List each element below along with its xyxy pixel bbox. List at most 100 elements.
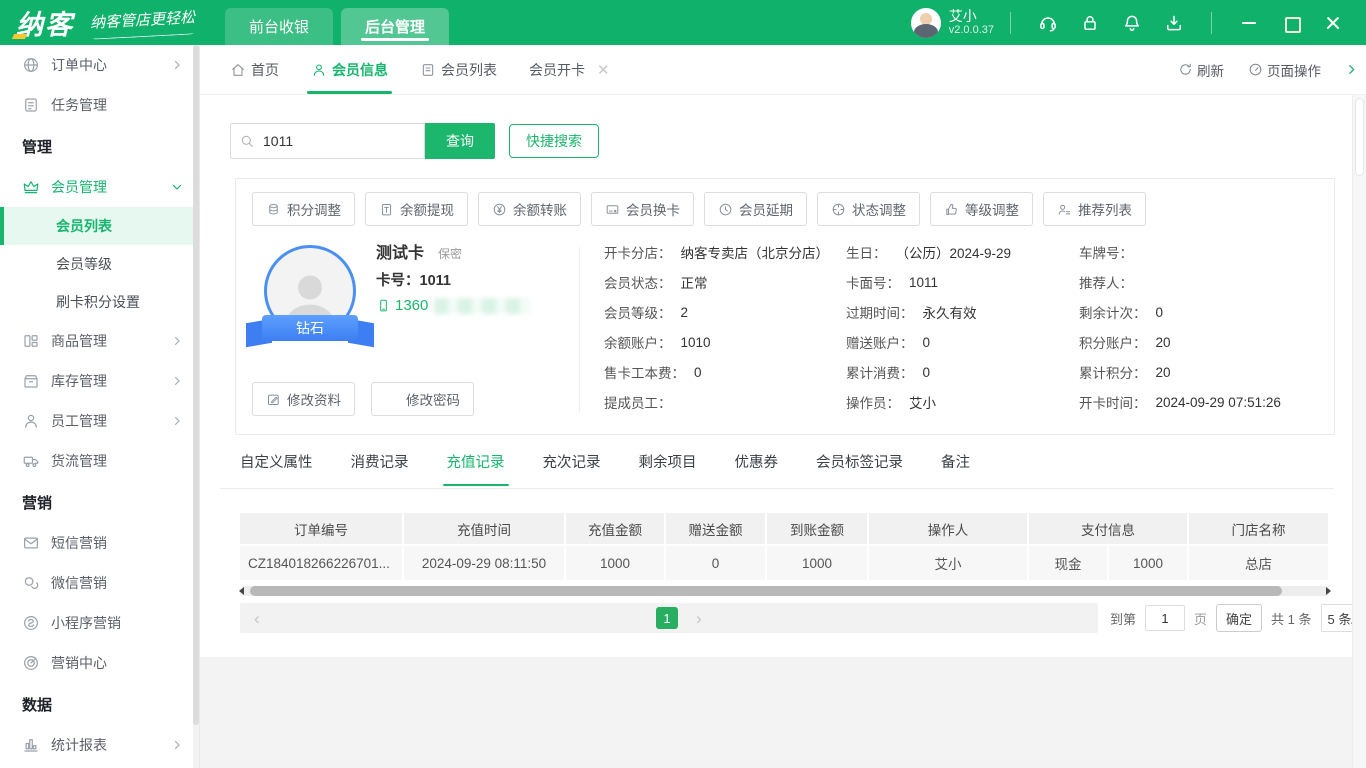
- table-cell: 1000: [767, 546, 869, 580]
- page-size-select[interactable]: 5 条/页: [1321, 604, 1352, 632]
- page-tab[interactable]: 会员信息: [311, 45, 388, 94]
- scroll-right-arrow-icon[interactable]: [1326, 587, 1331, 595]
- table-hscrollbar[interactable]: [240, 586, 1330, 596]
- edit-password-button[interactable]: 修改密码: [371, 382, 474, 416]
- detail-tab[interactable]: 剩余项目: [639, 451, 697, 486]
- scroll-left-arrow-icon[interactable]: [239, 587, 244, 595]
- gauge-icon: [1248, 62, 1263, 77]
- wallet-action-button[interactable]: 余额提现: [365, 192, 468, 226]
- detail-tab[interactable]: 优惠券: [735, 451, 779, 486]
- detail-tab[interactable]: 充值记录: [447, 451, 505, 486]
- sidebar-item[interactable]: 微信营销: [0, 563, 199, 603]
- goto-page-input[interactable]: [1145, 605, 1185, 631]
- info-field: 推荐人：: [1079, 267, 1281, 297]
- refresh-button[interactable]: 刷新: [1178, 60, 1224, 80]
- level-icon: [944, 202, 959, 217]
- page-unit-label: 页: [1194, 609, 1207, 628]
- detail-tab[interactable]: 消费记录: [351, 451, 409, 486]
- truck-icon: [22, 452, 40, 470]
- quick-search-button[interactable]: 快捷搜索: [509, 124, 599, 158]
- coins-action-button[interactable]: 积分调整: [252, 192, 355, 226]
- table-cell: CZ184018266226701...: [240, 546, 404, 580]
- download-icon[interactable]: [1164, 13, 1184, 33]
- chart-icon: [22, 736, 40, 754]
- detail-tab[interactable]: 充次记录: [543, 451, 601, 486]
- page-tab[interactable]: 会员列表: [420, 45, 497, 94]
- sidebar-scrollbar[interactable]: [193, 45, 199, 768]
- sidebar-subitem[interactable]: 会员列表: [0, 207, 199, 245]
- next-page-button[interactable]: ›: [696, 610, 702, 627]
- pagination: ‹ 1 › 到第 页 确定 共 1 条 5 条/页: [240, 603, 1352, 633]
- clock-icon: [718, 202, 733, 217]
- confirm-button[interactable]: 确定: [1216, 604, 1262, 632]
- current-page-button[interactable]: 1: [656, 607, 678, 629]
- info-field: 卡面号：1011: [846, 267, 1011, 297]
- sidebar-item[interactable]: 短信营销: [0, 523, 199, 563]
- adjust-action-button[interactable]: 状态调整: [817, 192, 920, 226]
- chevron-right-icon: [171, 739, 183, 751]
- sidebar-item[interactable]: 员工管理: [0, 401, 199, 441]
- sidebar-item[interactable]: 库存管理: [0, 361, 199, 401]
- sidebar-item[interactable]: 订单中心: [0, 45, 199, 85]
- recommend-action-button[interactable]: 推荐列表: [1043, 192, 1146, 226]
- info-field: 余额账户：1010: [604, 327, 829, 357]
- sidebar-item[interactable]: 商品管理: [0, 321, 199, 361]
- maximize-button[interactable]: [1281, 13, 1301, 33]
- sidebar-subitem[interactable]: 刷卡积分设置: [0, 283, 199, 321]
- yen-action-button[interactable]: 余额转账: [478, 192, 581, 226]
- query-button[interactable]: 查询: [425, 123, 495, 159]
- minimize-button[interactable]: [1239, 13, 1259, 33]
- edit-profile-button[interactable]: 修改资料: [252, 382, 355, 416]
- table-header: 支付信息: [1029, 513, 1189, 546]
- hscroll-thumb[interactable]: [250, 586, 1282, 596]
- card-action-button[interactable]: 会员换卡: [591, 192, 694, 226]
- divider: [579, 247, 580, 412]
- chevron-right-icon[interactable]: [1345, 63, 1358, 76]
- sidebar-item[interactable]: 营销中心: [0, 643, 199, 683]
- close-button[interactable]: [1323, 13, 1343, 33]
- privacy-flag: 保密: [438, 245, 462, 262]
- sidebar-item[interactable]: 货流管理: [0, 441, 199, 481]
- mode-tab[interactable]: 后台管理: [341, 8, 449, 45]
- page-tab[interactable]: 首页: [230, 45, 279, 94]
- close-tab-icon[interactable]: ✕: [597, 61, 610, 79]
- wallet-icon: [379, 202, 394, 217]
- doc-icon: [420, 62, 436, 78]
- user-name: 艾小: [949, 8, 994, 24]
- detail-tab[interactable]: 会员标签记录: [816, 451, 903, 486]
- info-field: 累计积分：20: [1079, 357, 1281, 387]
- refresh-icon: [1178, 62, 1193, 77]
- sidebar-item[interactable]: 任务管理: [0, 85, 199, 125]
- info-field: 提成员工：: [604, 387, 829, 417]
- info-column-3: 车牌号：推荐人：剩余计次：0积分账户：20累计积分：20开卡时间：2024-09…: [1079, 237, 1281, 417]
- clock-action-button[interactable]: 会员延期: [704, 192, 807, 226]
- topbar: 纳客 纳客管店更轻松 前台收银后台管理 艾小 v2.0.0.37: [0, 0, 1366, 45]
- detail-tab[interactable]: 自定义属性: [240, 451, 313, 486]
- lock-icon[interactable]: [1080, 13, 1100, 33]
- target-icon: [22, 654, 40, 672]
- info-field: 累计消费：0: [846, 357, 1011, 387]
- table-cell: 1000: [1109, 546, 1189, 580]
- headset-icon[interactable]: [1038, 13, 1058, 33]
- info-field: 生日：（公历）2024-9-29: [846, 237, 1011, 267]
- sidebar-subitem[interactable]: 会员等级: [0, 245, 199, 283]
- chevron-right-icon: [171, 375, 183, 387]
- sidebar-item[interactable]: 统计报表: [0, 725, 199, 765]
- recharge-table: 订单编号充值时间充值金额赠送金额到账金额操作人支付信息门店名称CZ1840182…: [240, 513, 1330, 580]
- user-block[interactable]: 艾小 v2.0.0.37: [911, 8, 994, 38]
- info-field: 售卡工本费：0: [604, 357, 829, 387]
- search-input[interactable]: [230, 123, 425, 159]
- level-action-button[interactable]: 等级调整: [930, 192, 1033, 226]
- divider: [1010, 12, 1011, 34]
- bell-icon[interactable]: [1122, 13, 1142, 33]
- main-scrollbar[interactable]: [1352, 95, 1366, 768]
- page-tab[interactable]: 会员开卡✕: [529, 45, 610, 94]
- page-operations-button[interactable]: 页面操作: [1248, 60, 1321, 80]
- detail-tab[interactable]: 备注: [941, 451, 970, 486]
- mode-tab[interactable]: 前台收银: [225, 8, 333, 45]
- table-header: 订单编号: [240, 513, 404, 546]
- home-icon: [230, 62, 246, 78]
- info-column-1: 开卡分店：纳客专卖店（北京分店）会员状态：正常会员等级：2余额账户：1010售卡…: [604, 237, 829, 417]
- sidebar-item[interactable]: 会员管理: [0, 167, 199, 207]
- sidebar-item[interactable]: 小程序营销: [0, 603, 199, 643]
